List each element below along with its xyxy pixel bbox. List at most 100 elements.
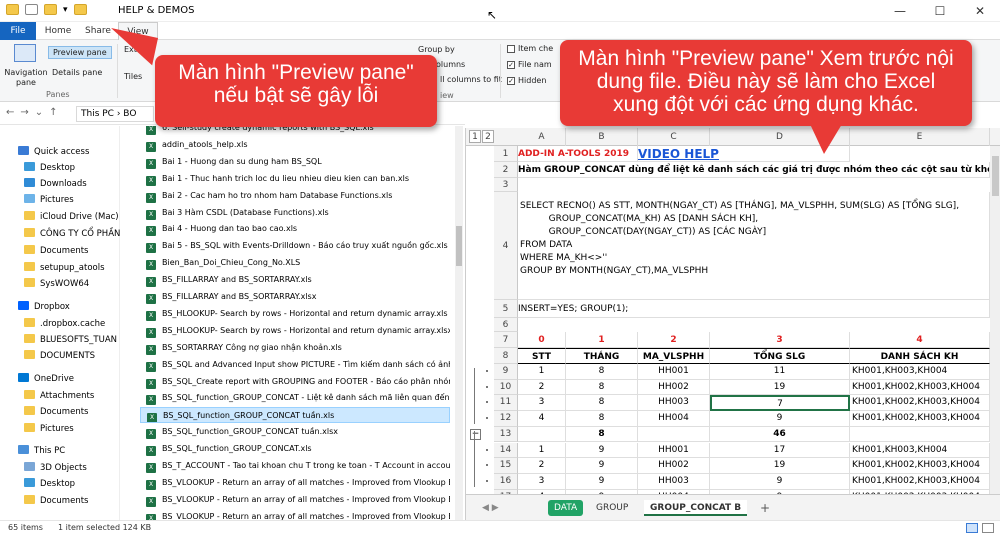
nav-item[interactable]: Documents	[0, 404, 120, 420]
nav-item[interactable]: Desktop	[0, 160, 120, 176]
data-cell[interactable]: 19	[710, 458, 850, 474]
row-header[interactable]: 8	[494, 348, 518, 364]
file-list-item[interactable]: X BS_VLOOKUP - Return an array of all mat…	[140, 492, 450, 508]
minimize-button[interactable]: —	[880, 0, 920, 22]
data-cell[interactable]: KH001,KH003,KH004	[850, 364, 990, 380]
sheet-scrollbar[interactable]	[990, 146, 1000, 494]
data-cell[interactable]: KH001,KH002,KH003,KH004	[850, 473, 990, 490]
data-cell[interactable]: HH003	[638, 395, 710, 412]
nav-item[interactable]: Pictures	[0, 421, 120, 437]
row-header[interactable]: 5	[494, 300, 518, 318]
file-list-item[interactable]: X BS_VLOOKUP - Return an array of all mat…	[140, 475, 450, 491]
tab-file[interactable]: File	[0, 22, 36, 40]
nav-item[interactable]: Downloads	[0, 176, 120, 192]
data-cell[interactable]: KH001,KH002,KH003,KH004	[850, 379, 990, 396]
file-list-scrollbar[interactable]	[455, 126, 463, 520]
data-cell[interactable]: 3	[518, 473, 566, 490]
file-list-item[interactable]: X BS_SQL_function_GROUP_CONCAT tuần.xlsx	[140, 424, 450, 440]
address-path[interactable]: BO	[123, 109, 136, 119]
data-cell[interactable]: 4	[518, 411, 566, 427]
col-header-c[interactable]: C	[638, 128, 710, 146]
data-cell[interactable]: 11	[710, 364, 850, 380]
data-cell[interactable]	[638, 426, 710, 443]
options-cell[interactable]: INSERT=YES; GROUP(1);	[518, 300, 990, 318]
header-cell[interactable]: MA_VLSPHH	[638, 348, 710, 364]
row-header[interactable]: 10	[494, 379, 518, 396]
nav-item[interactable]: Documents	[0, 243, 120, 259]
data-cell[interactable]: 8	[566, 379, 638, 396]
nav-item[interactable]: 3D Objects	[0, 460, 120, 476]
file-list-item[interactable]: X BS_VLOOKUP - Return an array of all mat…	[140, 509, 450, 520]
file-list-item[interactable]: X BS_SQL_function_GROUP_CONCAT - Liệt kê …	[140, 390, 450, 406]
header-cell[interactable]: TỔNG SLG	[710, 348, 850, 364]
column-index-cell[interactable]: 0	[518, 332, 566, 348]
col-header-b[interactable]: B	[566, 128, 638, 146]
row-header[interactable]: 12	[494, 411, 518, 427]
data-cell[interactable]: KH001,KH002,KH003,KH004	[850, 458, 990, 474]
data-cell[interactable]	[518, 426, 566, 443]
address-input[interactable]: This PC › BO	[76, 106, 154, 122]
data-cell[interactable]: 19	[710, 379, 850, 396]
tab-home[interactable]: Home	[40, 22, 76, 40]
data-cell[interactable]: HH001	[638, 442, 710, 459]
nav-item[interactable]: SysWOW64	[0, 276, 120, 292]
data-cell[interactable]: 1	[518, 442, 566, 459]
row-header[interactable]: 11	[494, 395, 518, 412]
column-index-cell[interactable]: 3	[710, 332, 850, 348]
column-index-cell[interactable]: 4	[850, 332, 990, 348]
row-header[interactable]: 16	[494, 473, 518, 490]
row-header[interactable]: 13	[494, 426, 518, 443]
navigation-pane-button[interactable]: Navigation pane	[4, 68, 48, 88]
file-list-item[interactable]: X BS_T_ACCOUNT - Tao tai khoan chu T tron…	[140, 458, 450, 474]
nav-arrows[interactable]: ←→⌄↑	[6, 107, 64, 118]
item-check-boxes[interactable]: Item che	[507, 44, 553, 53]
add-sheet-button[interactable]: +	[754, 500, 776, 516]
nav-item[interactable]: Attachments	[0, 388, 120, 404]
customize-toolbar-icon[interactable]: ▾	[63, 5, 68, 15]
file-list-item[interactable]: X BS_HLOOKUP- Search by rows - Horizontal…	[140, 306, 450, 322]
data-cell[interactable]: KH001,KH002,KH003,KH004	[850, 395, 990, 412]
header-cell[interactable]: DANH SÁCH KH	[850, 348, 990, 364]
data-cell[interactable]: HH003	[638, 473, 710, 490]
data-cell[interactable]: HH002	[638, 458, 710, 474]
row-header[interactable]: 3	[494, 178, 518, 192]
file-list-item[interactable]: X BS_HLOOKUP- Search by rows - Horizontal…	[140, 323, 450, 339]
data-cell[interactable]: 7	[710, 395, 850, 412]
file-list-item[interactable]: X BS_FILLARRAY and BS_SORTARRAY.xlsx	[140, 289, 450, 305]
file-list-item[interactable]: X Bai 1 - Thuc hanh trich loc du lieu nhi…	[140, 171, 450, 187]
file-list-item[interactable]: X BS_SQL_function_GROUP_CONCAT.xls	[140, 441, 450, 457]
collapse-group-button[interactable]: −	[470, 428, 481, 440]
column-index-cell[interactable]: 1	[566, 332, 638, 348]
data-cell[interactable]: HH002	[638, 379, 710, 396]
file-list-item[interactable]: X Bai 5 - BS_SQL with Events-Drilldown - …	[140, 238, 450, 254]
data-cell[interactable]: 9	[566, 442, 638, 459]
data-cell[interactable]: 9	[710, 411, 850, 427]
data-cell[interactable]: 8	[566, 426, 638, 443]
sheet-tab-group[interactable]: GROUP	[590, 500, 634, 516]
details-view-icon[interactable]	[966, 523, 978, 533]
file-list-item[interactable]: X 6. Self-study create dynamic reports wi…	[140, 126, 450, 136]
nav-item[interactable]: Desktop	[0, 476, 120, 492]
row-header[interactable]: 7	[494, 332, 518, 348]
data-cell[interactable]: 17	[710, 442, 850, 459]
sheet-tab-data[interactable]: DATA	[548, 500, 584, 516]
data-cell[interactable]: KH001,KH002,KH003,KH004	[850, 411, 990, 427]
details-pane-button[interactable]: Details pane	[52, 68, 102, 77]
data-cell[interactable]: 2	[518, 379, 566, 396]
nav-item[interactable]: Pictures	[0, 192, 120, 208]
size-all-columns-button[interactable]: ll columns to fit	[440, 75, 502, 84]
close-button[interactable]: ✕	[960, 0, 1000, 22]
properties-icon[interactable]	[25, 4, 38, 15]
data-cell[interactable]: 9	[566, 473, 638, 490]
nav-item[interactable]: setupup_atools	[0, 260, 120, 276]
folder-icon[interactable]	[6, 4, 19, 15]
nav-item[interactable]: Quick access	[0, 144, 120, 160]
data-cell[interactable]: KH001,KH003,KH004	[850, 442, 990, 459]
data-cell[interactable]: 1	[518, 364, 566, 380]
outline-level-2[interactable]: 2	[482, 130, 494, 143]
file-list-item[interactable]: X BS_SQL_function_GROUP_CONCAT tuần.xls	[140, 407, 450, 424]
outline-level-1[interactable]: 1	[469, 130, 481, 143]
file-list-item[interactable]: Xaddin_atools_help.xls	[140, 137, 450, 153]
row-header[interactable]: 6	[494, 318, 518, 332]
file-list-item[interactable]: X BS_SORTARRAY Công nợ giao nhận khoản.xl…	[140, 340, 450, 356]
